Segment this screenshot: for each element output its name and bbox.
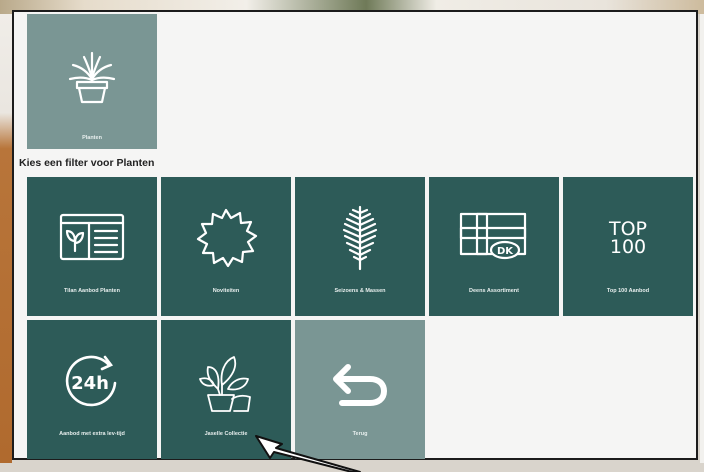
top100-line2: 100: [609, 236, 647, 258]
background-photo-left: [0, 14, 12, 463]
fern-icon: [320, 203, 400, 273]
24h-icon: 24h: [52, 346, 132, 416]
filter-tile-top100[interactable]: TOP 100 Top 100 Aanbod: [563, 177, 693, 316]
24h-label: 24h: [71, 373, 109, 394]
plant-catalog-icon: [52, 203, 132, 273]
top100-icon: TOP 100: [588, 203, 668, 273]
filter-heading: Kies een filter voor Planten: [19, 157, 155, 169]
filter-tile-aanbod-planten[interactable]: Tilan Aanbod Planten: [27, 177, 157, 316]
filter-tile-noviteiten[interactable]: Noviteiten: [161, 177, 291, 316]
filter-tile-label: Noviteiten: [212, 288, 240, 294]
filter-tile-label: Aanbod met extra lev-tijd: [59, 431, 125, 437]
filter-tile-seizoens[interactable]: Seizoens & Massen: [295, 177, 425, 316]
filter-tile-label: Deens Assortiment: [469, 288, 519, 294]
starburst-icon: [186, 203, 266, 273]
background-photo-right: [700, 14, 704, 463]
pointer-arrow-icon: [255, 435, 361, 472]
filter-panel: Planten Kies een filter voor Planten Til…: [12, 10, 698, 460]
category-tile-label: Planten: [82, 135, 102, 141]
filter-tile-extra-levertijd[interactable]: 24h Aanbod met extra lev-tijd: [27, 320, 157, 459]
filter-tile-label: Top 100 Aanbod: [606, 288, 650, 294]
filter-tile-deens-assortiment[interactable]: DK Deens Assortiment: [429, 177, 559, 316]
denmark-flag-icon: DK: [454, 203, 534, 273]
dk-badge: DK: [497, 246, 514, 257]
filter-tile-label: Seizoens & Massen: [334, 288, 386, 294]
category-tile-planten[interactable]: Planten: [27, 14, 157, 149]
back-arrow-icon: [320, 352, 400, 422]
houseplant-collection-icon: [186, 346, 266, 416]
filter-tile-label: Tilan Aanbod Planten: [64, 288, 120, 294]
potted-plant-icon: [52, 42, 132, 112]
